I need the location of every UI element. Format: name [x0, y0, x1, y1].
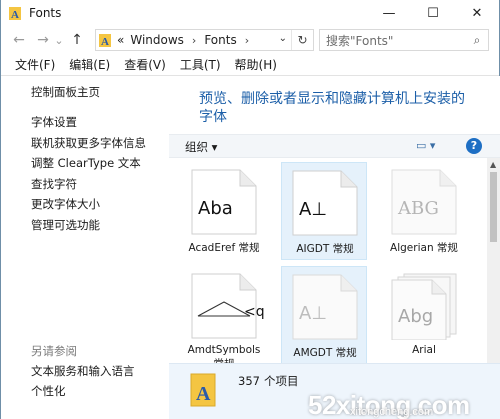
- sidebar-manage-optional-features[interactable]: 管理可选功能: [31, 217, 100, 233]
- font-sample-text: A⊥: [299, 303, 327, 324]
- page-title: 预览、删除或者显示和隐藏计算机上安装的字体: [199, 91, 465, 125]
- font-name: AMGDT 常规: [293, 347, 357, 359]
- address-folder-icon: A: [99, 32, 113, 48]
- menu-view[interactable]: 查看(V): [124, 56, 166, 73]
- svg-text:A: A: [11, 9, 19, 21]
- back-arrow-icon[interactable]: ←: [9, 32, 29, 48]
- organize-button[interactable]: 组织 ▾: [185, 139, 217, 155]
- menu-edit[interactable]: 编辑(E): [69, 56, 110, 73]
- font-preview-icon: A⊥: [291, 273, 359, 341]
- font-tile-algerian[interactable]: ABG Algerian 常规: [381, 162, 467, 260]
- scroll-up-arrow-icon[interactable]: ▲: [490, 160, 496, 169]
- breadcrumb-separator-icon[interactable]: ›: [192, 34, 196, 47]
- font-name: AcadEref 常规: [188, 242, 260, 254]
- minimize-button[interactable]: —: [367, 0, 411, 26]
- font-tile-amgdt[interactable]: A⊥ AMGDT 常规: [281, 266, 367, 364]
- sidebar: 控制面板主页 字体设置 联机获取更多字体信息 调整 ClearType 文本 查…: [1, 76, 169, 419]
- font-preview-icon: A⊥: [291, 169, 359, 237]
- maximize-button[interactable]: ☐: [411, 0, 455, 26]
- font-name: Arial: [412, 344, 436, 356]
- menu-bar: 文件(F) 编辑(E) 查看(V) 工具(T) 帮助(H): [1, 54, 499, 74]
- address-dropdown-icon[interactable]: ⌄: [279, 33, 287, 44]
- fonts-folder-icon: A: [9, 5, 23, 21]
- font-sample-text: Aba: [198, 198, 233, 219]
- search-icon[interactable]: ⌕: [466, 33, 488, 48]
- font-tile-amdtsymbols[interactable]: <q AmdtSymbols 常规: [181, 266, 267, 370]
- window-title: Fonts: [29, 6, 62, 20]
- font-sample-text: Abg: [398, 306, 434, 327]
- help-icon[interactable]: ?: [466, 138, 482, 154]
- sidebar-personalization[interactable]: 个性化: [31, 383, 66, 399]
- sidebar-text-services[interactable]: 文本服务和输入语言: [31, 363, 135, 379]
- forward-arrow-icon[interactable]: →: [33, 32, 53, 48]
- search-box[interactable]: 搜索"Fonts" ⌕: [319, 29, 489, 51]
- refresh-icon[interactable]: ↻: [291, 30, 313, 50]
- scroll-thumb[interactable]: [490, 172, 497, 242]
- breadcrumb-fonts[interactable]: Fonts: [204, 33, 236, 47]
- main-content: 预览、删除或者显示和隐藏计算机上安装的字体 组织 ▾ ▭ ▾ ? Aba Aca…: [169, 76, 500, 419]
- breadcrumb-windows[interactable]: Windows: [130, 33, 184, 47]
- font-tile-acaderef[interactable]: Aba AcadEref 常规: [181, 162, 267, 260]
- sidebar-online-font-info[interactable]: 联机获取更多字体信息: [31, 135, 146, 151]
- watermark-subtext: xitongcheng.com: [350, 406, 434, 418]
- sidebar-change-font-size[interactable]: 更改字体大小: [31, 196, 100, 212]
- font-sample-text: <q: [244, 304, 265, 320]
- search-input[interactable]: 搜索"Fonts": [326, 32, 466, 49]
- font-preview-icon: Aba: [190, 168, 258, 236]
- menu-help[interactable]: 帮助(H): [235, 56, 277, 73]
- address-overflow-icon[interactable]: «: [117, 33, 124, 47]
- font-family-stack-icon: Abg: [390, 272, 458, 340]
- item-count: 357 个项目: [238, 374, 299, 388]
- recent-locations-chevron-icon[interactable]: ⌄: [53, 34, 65, 47]
- font-tile-aigdt[interactable]: A⊥ AIGDT 常规: [281, 162, 367, 260]
- font-sample-text: ABG: [398, 198, 439, 219]
- sidebar-find-character[interactable]: 查找字符: [31, 176, 77, 192]
- font-name: AIGDT 常规: [296, 243, 354, 255]
- see-also-title: 另请参阅: [31, 344, 77, 358]
- title-bar[interactable]: A Fonts — ☐ ✕: [1, 0, 499, 26]
- vertical-scrollbar[interactable]: ▲: [487, 158, 500, 363]
- command-bar: 组织 ▾ ▭ ▾ ?: [169, 134, 500, 158]
- svg-text:A: A: [196, 383, 211, 405]
- address-bar[interactable]: A « Windows › Fonts › ⌄ ↻: [95, 29, 314, 51]
- sidebar-cleartype[interactable]: 调整 ClearType 文本: [31, 155, 141, 171]
- change-view-button[interactable]: ▭ ▾: [416, 139, 435, 152]
- menu-file[interactable]: 文件(F): [15, 56, 55, 73]
- fonts-folder-large-icon: A: [189, 372, 219, 408]
- font-sample-text: A⊥: [299, 199, 327, 220]
- font-preview-icon: ABG: [390, 168, 458, 236]
- up-arrow-icon[interactable]: ↑: [67, 32, 87, 48]
- breadcrumb-separator-icon[interactable]: ›: [245, 34, 249, 47]
- close-button[interactable]: ✕: [455, 0, 499, 26]
- font-tile-arial[interactable]: Abg Arial: [381, 266, 467, 364]
- fonts-window: A Fonts — ☐ ✕ ← → ⌄ ↑ A « Windows › Font…: [0, 0, 500, 419]
- sidebar-control-panel-home[interactable]: 控制面板主页: [31, 84, 100, 100]
- menu-tools[interactable]: 工具(T): [180, 56, 221, 73]
- navigation-bar: ← → ⌄ ↑ A « Windows › Fonts › ⌄ ↻ 搜索"Fon…: [1, 26, 499, 54]
- font-name: Algerian 常规: [390, 242, 458, 254]
- sidebar-font-settings[interactable]: 字体设置: [31, 114, 77, 130]
- svg-text:A: A: [101, 36, 109, 48]
- font-preview-icon: <q: [190, 272, 265, 340]
